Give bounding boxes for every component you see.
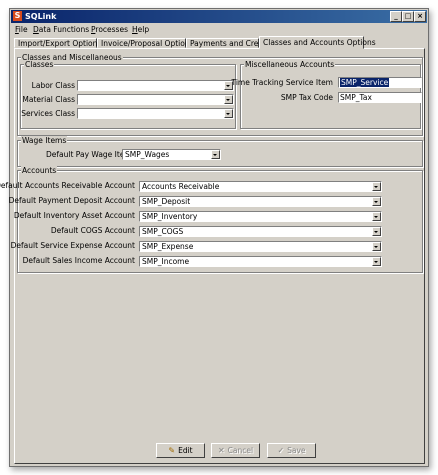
wage-items-legend: Wage Items [21,136,68,145]
accounts-legend: Accounts [21,166,58,175]
labor-class-select[interactable] [77,80,234,91]
account-select-receivable[interactable]: Accounts Receivable [139,181,382,192]
account-label-receivable: Default Accounts Receivable Account [0,181,135,190]
account-label-income: Default Sales Income Account [22,256,135,265]
chevron-down-icon[interactable] [372,197,381,206]
menu-help[interactable]: Help [132,25,149,34]
tax-code-label: SMP Tax Code [280,93,333,102]
tab-classes-and-accounts-options[interactable]: Classes and Accounts Options [259,36,376,49]
pencil-icon: ✎ [168,446,176,455]
save-button[interactable]: ✓ Save [267,443,316,458]
chevron-down-icon[interactable] [372,212,381,221]
misc-accounts-legend: Miscellaneous Accounts [244,60,336,69]
pay-wage-item-label: Default Pay Wage Item [46,150,132,159]
account-label-cogs: Default COGS Account [50,226,135,235]
chevron-down-icon[interactable] [372,242,381,251]
classes-group: Classes Labor Class Material Class Servi… [20,60,236,129]
cancel-button[interactable]: ✕ Cancel [211,443,260,458]
tab-page: Classes and Miscellaneous Classes Labor … [0,48,425,464]
account-select-deposit[interactable]: SMP_Deposit [139,196,382,207]
menu-bar: File Data Functions Processes Help [11,24,427,35]
time-tracking-item-label: Time Tracking Service Item [231,78,333,87]
pay-wage-item-select[interactable]: SMP_Wages [122,149,221,160]
checkmark-icon: ✓ [277,446,285,455]
classes-legend: Classes [24,60,55,69]
account-select-income[interactable]: SMP_Income [139,256,382,267]
tab-payments-and-credits[interactable]: Payments and Credits [186,38,272,48]
account-label-inventory: Default Inventory Asset Account [13,211,135,220]
x-icon: ✕ [217,446,225,455]
close-button[interactable]: × [414,11,426,22]
chevron-down-icon[interactable] [372,227,381,236]
chevron-down-icon[interactable] [224,95,233,104]
misc-accounts-group: Miscellaneous Accounts Time Tracking Ser… [231,60,422,129]
services-class-label: Services Class [21,109,75,118]
tab-invoice-proposal-options[interactable]: Invoice/Proposal Options [97,38,194,48]
account-select-cogs[interactable]: SMP_COGS [139,226,382,237]
chevron-down-icon[interactable] [224,109,233,118]
material-class-select[interactable] [77,94,234,105]
tab-import-export-options[interactable]: Import/Export Options [14,38,101,48]
material-class-label: Material Class [22,95,75,104]
account-select-expense[interactable]: SMP_Expense [139,241,382,252]
wage-items-group: Wage Items Default Pay Wage Item SMP_Wag… [17,136,423,167]
title-bar[interactable]: S SQLink _ □ × [11,10,427,23]
sqlink-icon: S [13,11,22,21]
tax-code-field[interactable]: SMP_Tax [338,92,422,103]
minimize-button[interactable]: _ [390,11,402,22]
services-class-select[interactable] [77,108,234,119]
window-title: SQLink [25,12,57,21]
account-label-deposit: Default Payment Deposit Account [8,196,135,205]
accounts-group: Accounts Default Accounts Receivable Acc… [0,166,423,273]
tab-strip: Import/Export Options Invoice/Proposal O… [14,36,426,49]
edit-button[interactable]: ✎ Edit [156,443,205,458]
account-select-inventory[interactable]: SMP_Inventory [139,211,382,222]
chevron-down-icon[interactable] [211,150,220,159]
classes-misc-group: Classes and Miscellaneous Classes Labor … [17,53,423,136]
sqlink-window: S SQLink _ □ × File Data Functions Proce… [0,8,429,467]
account-label-expense: Default Service Expense Account [10,241,135,250]
time-tracking-item-field[interactable]: SMP_Service [338,77,422,88]
menu-processes[interactable]: Processes [91,25,128,34]
menu-data-functions[interactable]: Data Functions [33,25,89,34]
maximize-button[interactable]: □ [402,11,414,22]
menu-file[interactable]: File [15,25,28,34]
chevron-down-icon[interactable] [372,257,381,266]
labor-class-label: Labor Class [31,81,75,90]
chevron-down-icon[interactable] [372,182,381,191]
